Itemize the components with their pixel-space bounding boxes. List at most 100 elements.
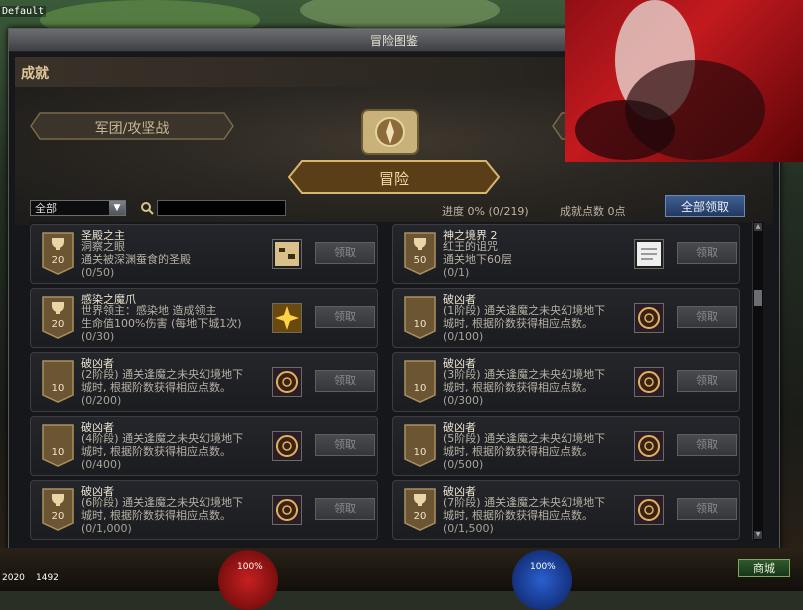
- bottom-hud: [0, 548, 803, 591]
- scroll-thumb[interactable]: [754, 290, 762, 306]
- chevron-down-icon[interactable]: ▼: [109, 201, 125, 215]
- profile-tag: Default: [0, 6, 47, 17]
- scroll-up-icon[interactable]: ▲: [754, 223, 762, 231]
- category-select[interactable]: 全部 ▼: [30, 200, 126, 216]
- shop-label: 商城: [753, 562, 775, 575]
- claim-button[interactable]: 领取: [677, 498, 737, 520]
- section-title: 成就: [21, 66, 49, 82]
- achievement-progress: (0/400): [81, 458, 122, 471]
- burst-icon: [272, 303, 302, 333]
- claim-button[interactable]: 领取: [677, 242, 737, 264]
- points-value: 20: [51, 319, 65, 330]
- points-value: 20: [413, 511, 427, 522]
- progress-label: 进度 0% (0/219): [442, 205, 529, 218]
- trophy-badge-icon: 20: [41, 295, 75, 339]
- achievement-progress: (0/500): [443, 458, 484, 471]
- hp-text: 100%: [237, 562, 263, 572]
- points-value: 50: [413, 255, 427, 266]
- tab-label: 军团/攻坚战: [94, 121, 170, 137]
- promo-banner[interactable]: [565, 0, 803, 162]
- achievement-list: 20 圣殿之主 洞察之眼 通关被深渊蚕食的圣殿 (0/50) 领取 50 神之境界 2 红王的…: [30, 222, 766, 544]
- achievement-desc: (4阶段) 通关逢魔之未央幻境地下 城时, 根据阶数获得相应点数。: [81, 432, 244, 458]
- foliage-decor: [300, 0, 500, 30]
- trophy-badge-icon: 20: [403, 487, 437, 531]
- mp-orb: [512, 550, 572, 610]
- points-label: 成就点数 0点: [560, 205, 626, 218]
- shop-button[interactable]: 商城: [738, 559, 790, 577]
- trophy-badge-icon: 10: [41, 359, 75, 403]
- tab-label: 冒险: [378, 170, 409, 188]
- search-icon: [140, 200, 154, 216]
- achievement-progress: (0/50): [81, 266, 115, 279]
- trophy-badge-icon: 10: [41, 423, 75, 467]
- trophy-badge-icon: 20: [41, 487, 75, 531]
- trophy-badge-icon: 20: [41, 231, 75, 275]
- claim-button[interactable]: 领取: [677, 306, 737, 328]
- achievement-progress: (0/300): [443, 394, 484, 407]
- claim-button[interactable]: 领取: [677, 370, 737, 392]
- achievement-desc: 红王的诅咒 通关地下60层: [443, 240, 512, 266]
- achievement-card: 10 破凶者 (5阶段) 通关逢魔之未央幻境地下 城时, 根据阶数获得相应点数。 (0…: [392, 416, 740, 476]
- claim-button[interactable]: 领取: [315, 370, 375, 392]
- category-value: 全部: [35, 202, 57, 215]
- achievement-card: 20 圣殿之主 洞察之眼 通关被深渊蚕食的圣殿 (0/50) 领取: [30, 224, 378, 284]
- trophy-badge-icon: 10: [403, 423, 437, 467]
- achievement-card: 10 破凶者 (4阶段) 通关逢魔之未央幻境地下 城时, 根据阶数获得相应点数。 (0…: [30, 416, 378, 476]
- emblem-icon: [272, 431, 302, 461]
- claim-button[interactable]: 领取: [315, 242, 375, 264]
- tab-adventure[interactable]: 冒险: [288, 160, 500, 194]
- search-input[interactable]: [157, 200, 286, 216]
- tab-legion-raid[interactable]: 军团/攻坚战: [30, 112, 234, 140]
- achievement-desc: (1阶段) 通关逢魔之未央幻境地下 城时, 根据阶数获得相应点数。: [443, 304, 606, 330]
- points-value: 10: [413, 319, 427, 330]
- achievement-card: 10 破凶者 (1阶段) 通关逢魔之未央幻境地下 城时, 根据阶数获得相应点数。 (0…: [392, 288, 740, 348]
- scroll-down-icon[interactable]: ▼: [754, 531, 762, 539]
- points-value: 10: [51, 447, 65, 458]
- achievement-desc: (3阶段) 通关逢魔之未央幻境地下 城时, 根据阶数获得相应点数。: [443, 368, 606, 394]
- scroll-icon: [634, 239, 664, 269]
- achievement-card: 50 神之境界 2 红王的诅咒 通关地下60层 (0/1) 领取: [392, 224, 740, 284]
- achievement-desc: (2阶段) 通关逢魔之未央幻境地下 城时, 根据阶数获得相应点数。: [81, 368, 244, 394]
- compass-scroll-icon: [350, 100, 430, 164]
- claim-button[interactable]: 领取: [315, 434, 375, 456]
- hp-orb: [218, 550, 278, 610]
- mp-text: 100%: [530, 562, 556, 572]
- achievement-desc: (7阶段) 通关逢魔之未央幻境地下 城时, 根据阶数获得相应点数。: [443, 496, 606, 522]
- achievement-card: 10 破凶者 (2阶段) 通关逢魔之未央幻境地下 城时, 根据阶数获得相应点数。 (0…: [30, 352, 378, 412]
- claim-all-button[interactable]: 全部领取: [665, 195, 745, 217]
- achievement-card: 20 破凶者 (6阶段) 通关逢魔之未央幻境地下 城时, 根据阶数获得相应点数。 (0…: [30, 480, 378, 540]
- trophy-badge-icon: 10: [403, 295, 437, 339]
- claim-button[interactable]: 领取: [315, 306, 375, 328]
- claim-button[interactable]: 领取: [315, 498, 375, 520]
- map-icon: [272, 239, 302, 269]
- emblem-icon: [634, 495, 664, 525]
- trophy-badge-icon: 10: [403, 359, 437, 403]
- year-label: 2020: [2, 573, 25, 583]
- emblem-icon: [272, 495, 302, 525]
- achievement-desc: 洞察之眼 通关被深渊蚕食的圣殿: [81, 240, 191, 266]
- emblem-icon: [634, 303, 664, 333]
- claim-button[interactable]: 领取: [677, 434, 737, 456]
- achievement-progress: (0/30): [81, 330, 115, 343]
- points-value: 10: [51, 383, 65, 394]
- achievement-progress: (0/100): [443, 330, 484, 343]
- trophy-badge-icon: 50: [403, 231, 437, 275]
- achievement-card: 20 感染之魔爪 世界领主：感染地 造成领主 生命值100%伤害 (每地下城1次)(…: [30, 288, 378, 348]
- emblem-icon: [634, 431, 664, 461]
- achievement-desc: (6阶段) 通关逢魔之未央幻境地下 城时, 根据阶数获得相应点数。: [81, 496, 244, 522]
- emblem-icon: [272, 367, 302, 397]
- achievement-desc: 世界领主：感染地 造成领主 生命值100%伤害 (每地下城1次): [81, 304, 242, 330]
- points-value: 20: [51, 255, 65, 266]
- achievement-progress: (0/200): [81, 394, 122, 407]
- achievement-card: 10 破凶者 (3阶段) 通关逢魔之未央幻境地下 城时, 根据阶数获得相应点数。 (0…: [392, 352, 740, 412]
- achievement-card: 20 破凶者 (7阶段) 通关逢魔之未央幻境地下 城时, 根据阶数获得相应点数。 (0…: [392, 480, 740, 540]
- achievement-desc: (5阶段) 通关逢魔之未央幻境地下 城时, 根据阶数获得相应点数。: [443, 432, 606, 458]
- player-id: 1492: [36, 573, 59, 583]
- list-scrollbar[interactable]: ▲ ▼: [752, 222, 763, 540]
- points-value: 20: [51, 511, 65, 522]
- points-value: 10: [413, 447, 427, 458]
- emblem-icon: [634, 367, 664, 397]
- points-value: 10: [413, 383, 427, 394]
- achievement-progress: (0/1,500): [443, 522, 494, 535]
- achievement-progress: (0/1): [443, 266, 470, 279]
